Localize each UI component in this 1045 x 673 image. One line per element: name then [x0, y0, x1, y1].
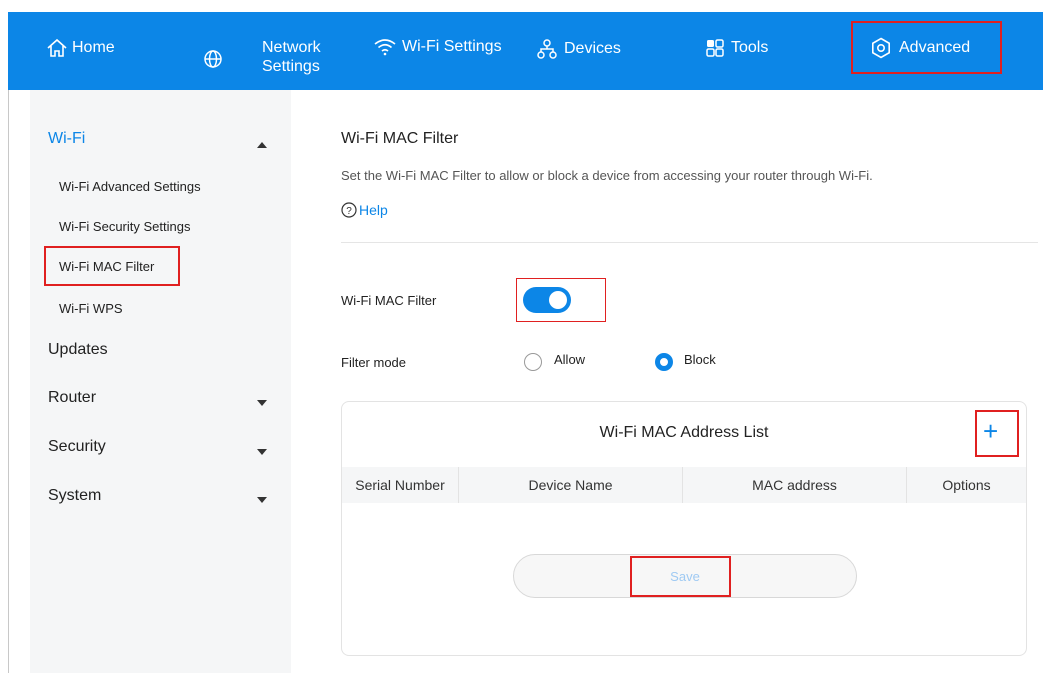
wifi-icon — [374, 39, 396, 56]
table-header: Serial Number Device Name MAC address Op… — [342, 467, 1026, 503]
nav-tools-label: Tools — [731, 39, 769, 56]
nav-wifi-label: Wi-Fi Settings — [402, 38, 502, 55]
sidebar-item-updates[interactable]: Updates — [48, 341, 108, 359]
sidebar-item-security[interactable]: Security — [48, 438, 106, 456]
help-link[interactable]: ? Help — [341, 202, 388, 218]
allow-radio[interactable] — [524, 353, 542, 371]
column-options: Options — [942, 477, 991, 493]
advanced-highlight-box — [851, 21, 1002, 74]
nav-tools[interactable]: Tools — [705, 38, 768, 58]
nav-network-line2: Settings — [262, 58, 320, 75]
caret-down-icon[interactable] — [257, 449, 267, 455]
sidebar-item-wifi-security[interactable]: Wi-Fi Security Settings — [59, 219, 190, 234]
sidebar-item-wifi-advanced[interactable]: Wi-Fi Advanced Settings — [59, 179, 201, 194]
filter-mode-label: Filter mode — [341, 355, 407, 370]
add-highlight-box — [975, 410, 1019, 457]
section-divider — [341, 242, 1038, 243]
save-highlight-box — [630, 556, 731, 597]
nav-wifi-settings[interactable]: Wi-Fi Settings — [374, 38, 502, 56]
block-label[interactable]: Block — [684, 352, 716, 367]
home-icon — [47, 38, 67, 57]
column-device-name: Device Name — [459, 467, 683, 503]
block-radio[interactable] — [655, 353, 673, 371]
mac-list-title: Wi-Fi MAC Address List — [599, 424, 769, 441]
nav-home[interactable]: Home — [46, 38, 115, 58]
mac-filter-highlight-box — [44, 246, 180, 286]
mac-filter-label: Wi-Fi MAC Filter — [341, 293, 437, 308]
globe-button[interactable] — [203, 49, 223, 69]
toggle-highlight-box — [516, 278, 606, 322]
sidebar-item-wifi-wps[interactable]: Wi-Fi WPS — [59, 301, 123, 316]
caret-down-icon[interactable] — [257, 497, 267, 503]
sidebar-item-wifi[interactable]: Wi-Fi — [48, 130, 85, 148]
devices-icon — [537, 39, 557, 59]
caret-up-icon[interactable] — [257, 142, 267, 148]
caret-down-icon[interactable] — [257, 400, 267, 406]
sidebar-item-router[interactable]: Router — [48, 389, 96, 407]
sidebar-item-system[interactable]: System — [48, 487, 101, 505]
nav-network-line1: Network — [262, 39, 321, 56]
nav-devices[interactable]: Devices — [536, 38, 621, 60]
help-label: Help — [359, 202, 388, 218]
sidebar — [30, 90, 291, 673]
column-serial-number: Serial Number — [342, 467, 459, 503]
help-icon: ? — [341, 202, 357, 218]
nav-devices-label: Devices — [564, 40, 621, 57]
tools-grid-icon — [706, 39, 724, 57]
column-mac-address: MAC address — [683, 467, 907, 503]
allow-label[interactable]: Allow — [554, 352, 585, 367]
page-title: Wi-Fi MAC Filter — [341, 130, 459, 147]
page-left-border — [8, 90, 9, 673]
svg-text:?: ? — [346, 206, 352, 217]
page-description: Set the Wi-Fi MAC Filter to allow or blo… — [341, 168, 873, 183]
globe-icon — [204, 50, 222, 68]
nav-home-label: Home — [72, 39, 115, 56]
nav-network-settings[interactable]: Network Settings — [262, 38, 321, 76]
mac-address-list-card: Wi-Fi MAC Address List Serial Number Dev… — [341, 401, 1027, 656]
